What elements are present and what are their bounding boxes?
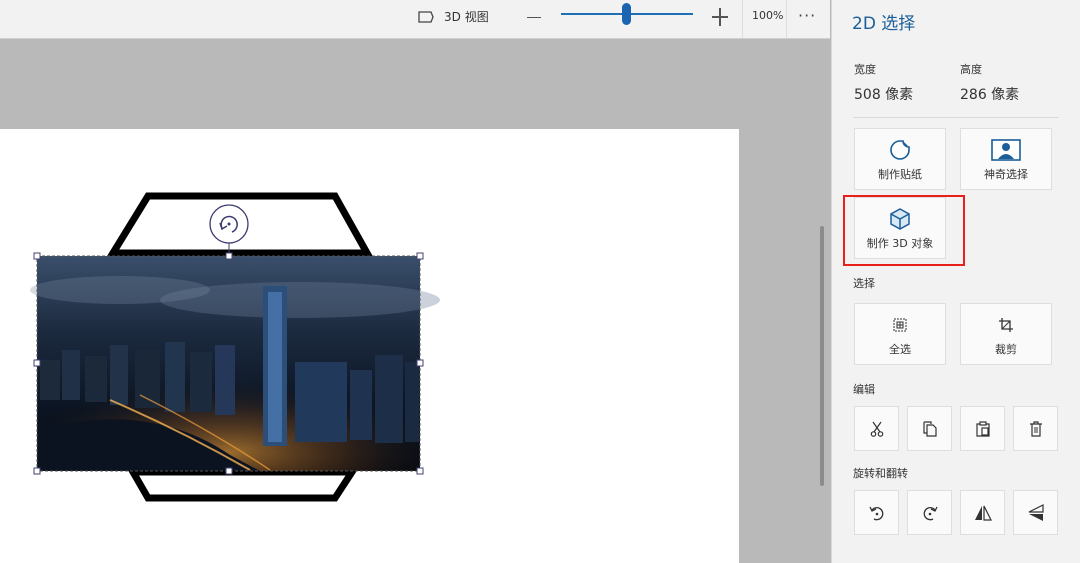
rotate-left-icon (868, 504, 886, 522)
rotate-flip-section-label: 旋转和翻转 (853, 467, 908, 480)
resize-handle-bottom-right[interactable] (416, 467, 424, 475)
select-section-label: 选择 (853, 277, 875, 290)
rotate-right-button[interactable] (907, 490, 952, 535)
resize-handle-bottom[interactable] (225, 467, 233, 475)
magic-select-icon (991, 139, 1021, 161)
resize-handle-bottom-left[interactable] (33, 467, 41, 475)
magic-select-button[interactable]: 神奇选择 (960, 128, 1052, 190)
resize-handle-top-left[interactable] (33, 252, 41, 260)
highlight-box (843, 195, 965, 266)
toolbar-divider (786, 0, 787, 38)
select-all-label: 全选 (889, 343, 911, 356)
height-field[interactable]: 286 像素 (960, 84, 1019, 104)
vertical-scrollbar[interactable] (820, 226, 824, 486)
rotate-handle[interactable] (209, 204, 249, 244)
panel-divider (853, 117, 1059, 118)
rotate-right-icon (921, 504, 939, 522)
edit-section-label: 编辑 (853, 383, 875, 396)
resize-handle-top[interactable] (225, 252, 233, 260)
resize-handle-right[interactable] (416, 359, 424, 367)
cut-button[interactable] (854, 406, 899, 451)
paste-button[interactable] (960, 406, 1005, 451)
selected-city-image[interactable] (30, 256, 440, 471)
panel-title: 2D 选择 (852, 14, 916, 34)
flip-horizontal-icon (1028, 503, 1044, 522)
copy-icon (922, 420, 938, 437)
make-sticker-label: 制作贴纸 (878, 168, 922, 181)
crop-button[interactable]: 裁剪 (960, 303, 1052, 365)
scissors-icon (870, 421, 884, 437)
delete-button[interactable] (1013, 406, 1058, 451)
flip-horizontal-button[interactable] (1013, 490, 1058, 535)
hexagon-bottom-part (126, 468, 359, 502)
width-field[interactable]: 508 像素 (854, 84, 913, 104)
paste-icon (975, 420, 991, 437)
sticker-icon (889, 139, 911, 161)
resize-handle-left[interactable] (33, 359, 41, 367)
copy-button[interactable] (907, 406, 952, 451)
height-label: 高度 (960, 63, 982, 76)
selection-panel: 2D 选择 宽度 高度 508 像素 286 像素 制作贴纸 神奇选择 制作 3… (831, 0, 1080, 563)
resize-handle-top-right[interactable] (416, 252, 424, 260)
trash-icon (1029, 420, 1043, 437)
toolbar-divider (742, 0, 743, 38)
flip-vertical-button[interactable] (960, 490, 1005, 535)
magic-select-label: 神奇选择 (984, 168, 1028, 181)
crop-label: 裁剪 (995, 343, 1017, 356)
select-all-button[interactable]: 全选 (854, 303, 946, 365)
rotate-left-button[interactable] (854, 490, 899, 535)
flip-vertical-icon (974, 505, 992, 521)
canvas-artwork (30, 192, 440, 502)
make-sticker-button[interactable]: 制作贴纸 (854, 128, 946, 190)
more-options-button[interactable]: ··· (798, 6, 816, 25)
width-label: 宽度 (854, 63, 876, 76)
select-all-icon (893, 314, 907, 336)
zoom-percent[interactable]: 100% (752, 9, 783, 22)
crop-icon (998, 314, 1014, 336)
